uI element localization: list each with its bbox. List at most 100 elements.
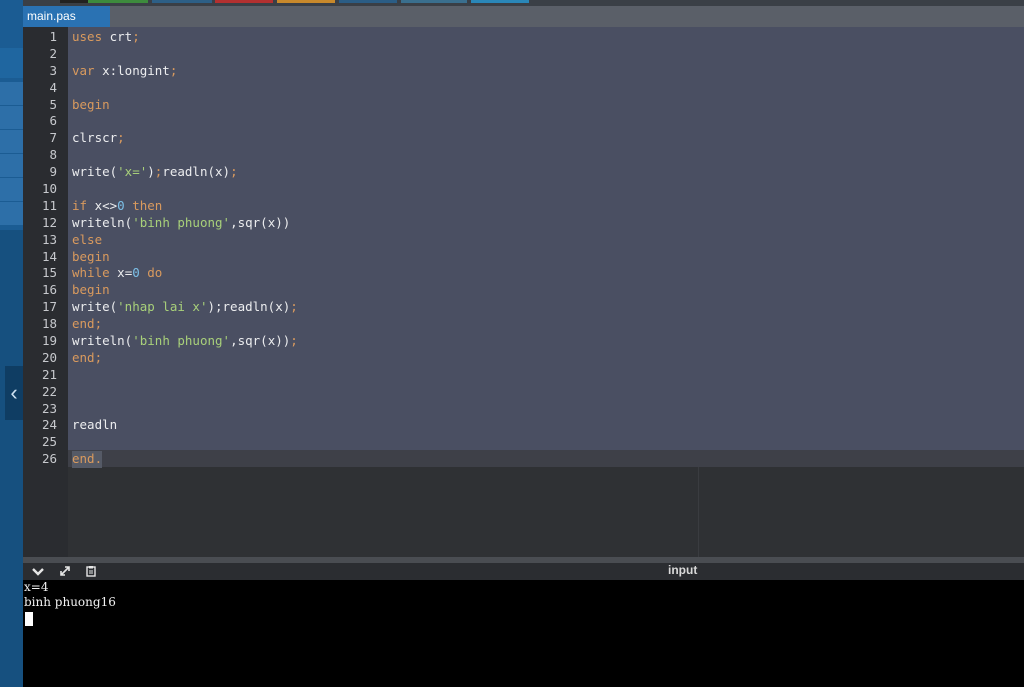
strip-segment xyxy=(88,0,148,3)
code-line[interactable]: 21 xyxy=(23,367,1024,384)
line-text: uses crt; xyxy=(72,29,140,46)
line-number: 12 xyxy=(41,214,57,230)
line-number: 8 xyxy=(49,147,57,163)
copy-output-button[interactable] xyxy=(82,563,100,580)
code-line[interactable]: 15 while x=0 do xyxy=(23,265,1024,282)
code-line[interactable]: 11 if x<>0 then xyxy=(23,198,1024,215)
console-line: binh phuong16 xyxy=(24,595,116,609)
identifier-token: writeln( xyxy=(72,333,133,349)
keyword-token: end. xyxy=(72,451,103,467)
line-text: begin xyxy=(72,249,110,266)
line-text: write('nhap lai x');readln(x); xyxy=(72,299,298,316)
code-line[interactable]: 3 var x:longint; xyxy=(23,63,1024,80)
identifier-token: write( xyxy=(72,164,118,180)
code-line[interactable]: 24 readln xyxy=(23,417,1024,434)
keyword-token: ; xyxy=(290,333,298,349)
line-number: 7 xyxy=(49,130,57,146)
code-line[interactable]: 8 xyxy=(23,147,1024,164)
code-line[interactable]: 6 xyxy=(23,113,1024,130)
line-number: 24 xyxy=(41,417,57,433)
line-number: 3 xyxy=(49,62,57,78)
keyword-token: begin xyxy=(72,248,110,264)
sidebar-tile[interactable] xyxy=(0,202,23,226)
code-line[interactable]: 7 clrscr; xyxy=(23,130,1024,147)
code-line[interactable]: 2 xyxy=(23,46,1024,63)
keyword-token: end; xyxy=(72,349,103,365)
identifier-token: );readln(x) xyxy=(207,299,291,315)
line-text: writeln('binh phuong',sqr(x)) xyxy=(72,215,290,232)
line-number: 20 xyxy=(41,349,57,365)
line-text: while x=0 do xyxy=(72,265,162,282)
expand-icon xyxy=(60,566,70,576)
code-line[interactable]: 25 xyxy=(23,434,1024,451)
identifier-token: writeln( xyxy=(72,214,133,230)
line-text: write('x=');readln(x); xyxy=(72,164,238,181)
code-line[interactable]: 12 writeln('binh phuong',sqr(x)) xyxy=(23,215,1024,232)
line-number: 21 xyxy=(41,366,57,382)
tab-main-pas[interactable]: main.pas xyxy=(23,6,110,27)
expand-output-button[interactable] xyxy=(56,563,74,580)
sidebar-tile[interactable] xyxy=(0,154,23,178)
identifier-token: clrscr xyxy=(72,130,118,146)
identifier-token: ,sqr(x)) xyxy=(230,333,291,349)
line-number: 16 xyxy=(41,282,57,298)
identifier-token: readln xyxy=(72,417,118,433)
identifier-token: readln(x) xyxy=(162,164,231,180)
code-line[interactable]: 5 begin xyxy=(23,97,1024,114)
clipboard-icon xyxy=(86,566,96,577)
code-line[interactable]: 20 end; xyxy=(23,350,1024,367)
line-number: 1 xyxy=(49,29,57,44)
line-number: 25 xyxy=(41,434,57,450)
code-lines[interactable]: 1 uses crt; 2 3 var x:longint; 4 5 begin 6 7 clrsc… xyxy=(23,29,1024,469)
code-line[interactable]: 23 xyxy=(23,401,1024,418)
code-line[interactable]: 19 writeln('binh phuong',sqr(x)); xyxy=(23,333,1024,350)
chevron-down-icon xyxy=(32,568,44,576)
code-line[interactable]: 22 xyxy=(23,384,1024,401)
line-number: 11 xyxy=(41,197,57,213)
strip-segment xyxy=(152,0,212,3)
code-line[interactable]: 14 begin xyxy=(23,249,1024,266)
console-line: x=4 xyxy=(24,580,49,594)
output-toolbar: input xyxy=(23,563,1024,580)
line-text: end; xyxy=(72,316,102,333)
code-line[interactable]: 18 end; xyxy=(23,316,1024,333)
keyword-token: ; xyxy=(132,29,140,44)
code-line[interactable]: 1 uses crt; xyxy=(23,29,1024,46)
line-number: 26 xyxy=(41,451,57,467)
identifier-token: x:longint xyxy=(94,62,170,78)
keyword-token: var xyxy=(72,62,95,78)
line-number: 6 xyxy=(49,113,57,129)
keyword-token: ; xyxy=(290,299,298,315)
line-number: 19 xyxy=(41,333,57,349)
code-editor[interactable]: 1 uses crt; 2 3 var x:longint; 4 5 begin 6 7 clrsc… xyxy=(23,27,1024,557)
collapse-sidebar-button[interactable]: ‹ xyxy=(5,366,23,420)
output-console[interactable]: x=4 binh phuong16 xyxy=(23,580,1024,687)
line-text: end; xyxy=(72,350,102,367)
tab-bar: main.pas xyxy=(23,6,1024,27)
code-line[interactable]: 4 xyxy=(23,80,1024,97)
identifier-token: write( xyxy=(72,299,118,315)
line-text: begin xyxy=(72,97,110,114)
sidebar-tile[interactable] xyxy=(0,48,23,79)
line-text: var x:longint; xyxy=(72,63,177,80)
line-number: 17 xyxy=(41,299,57,315)
console-cursor-line[interactable] xyxy=(23,610,1024,626)
code-line[interactable]: 13 else xyxy=(23,232,1024,249)
line-text: clrscr; xyxy=(72,130,125,147)
identifier-token: x<> xyxy=(87,197,118,213)
code-line[interactable]: 26 end. xyxy=(23,451,1024,469)
collapse-output-button[interactable] xyxy=(29,563,47,580)
code-line[interactable]: 10 xyxy=(23,181,1024,198)
code-line[interactable]: 16 begin xyxy=(23,282,1024,299)
number-token: 0 xyxy=(117,197,125,213)
code-line[interactable]: 17 write('nhap lai x');readln(x); xyxy=(23,299,1024,316)
sidebar-tile[interactable] xyxy=(0,178,23,202)
line-text: if x<>0 then xyxy=(72,198,162,215)
keyword-token: begin xyxy=(72,96,110,112)
sidebar-tile[interactable] xyxy=(0,82,23,106)
code-line[interactable]: 9 write('x=');readln(x); xyxy=(23,164,1024,181)
keyword-token: end; xyxy=(72,316,103,332)
line-number: 10 xyxy=(41,181,57,197)
sidebar-tile[interactable] xyxy=(0,130,23,154)
sidebar-tile[interactable] xyxy=(0,106,23,130)
